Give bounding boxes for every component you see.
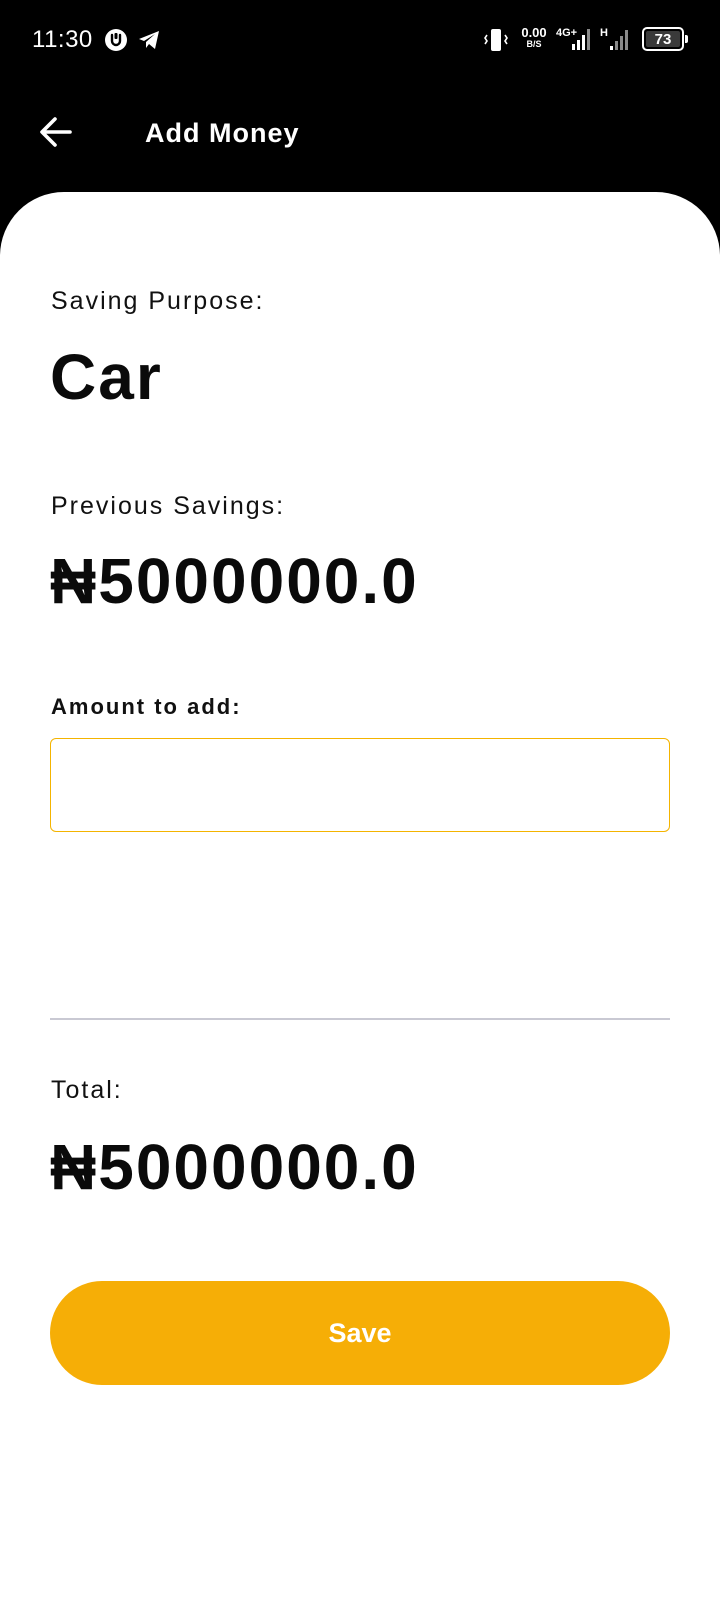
battery-tip	[685, 35, 688, 43]
total-label: Total:	[51, 1076, 123, 1104]
network-type-2-label: H	[600, 27, 608, 39]
status-bar: 11:30 0.00 B/S 4G+ H 73	[0, 0, 720, 80]
signal-h-icon: H	[600, 24, 638, 54]
content-card: Saving Purpose: Car Previous Savings: ₦5…	[0, 192, 720, 1612]
previous-savings-value: ₦5000000.0	[50, 545, 419, 617]
amount-input[interactable]	[50, 738, 670, 832]
save-button[interactable]: Save	[50, 1281, 670, 1385]
add-money-screen: 11:30 0.00 B/S 4G+ H 73 Add Money Saving…	[0, 0, 720, 1612]
network-speed-value: 0.00	[521, 25, 547, 40]
network-speed: 0.00 B/S	[518, 26, 550, 49]
divider	[50, 1018, 670, 1020]
telegram-icon	[136, 28, 162, 52]
back-button[interactable]	[32, 110, 80, 158]
battery-level: 73	[646, 31, 680, 48]
u-app-icon	[104, 28, 128, 52]
previous-savings-label: Previous Savings:	[51, 492, 286, 520]
saving-purpose-value: Car	[50, 341, 163, 413]
battery-icon: 73	[642, 27, 688, 51]
arrow-left-icon	[38, 114, 74, 155]
saving-purpose-label: Saving Purpose:	[51, 287, 265, 315]
vibrate-icon	[482, 26, 510, 54]
amount-label: Amount to add:	[51, 694, 242, 719]
status-time: 11:30	[32, 26, 93, 53]
app-bar: Add Money	[0, 80, 720, 192]
battery-body: 73	[642, 27, 684, 51]
network-speed-unit: B/S	[526, 39, 542, 49]
signal-4g-icon: 4G+	[556, 24, 596, 54]
page-title: Add Money	[145, 118, 300, 148]
network-type-label: 4G+	[556, 27, 577, 39]
total-value: ₦5000000.0	[50, 1131, 419, 1203]
